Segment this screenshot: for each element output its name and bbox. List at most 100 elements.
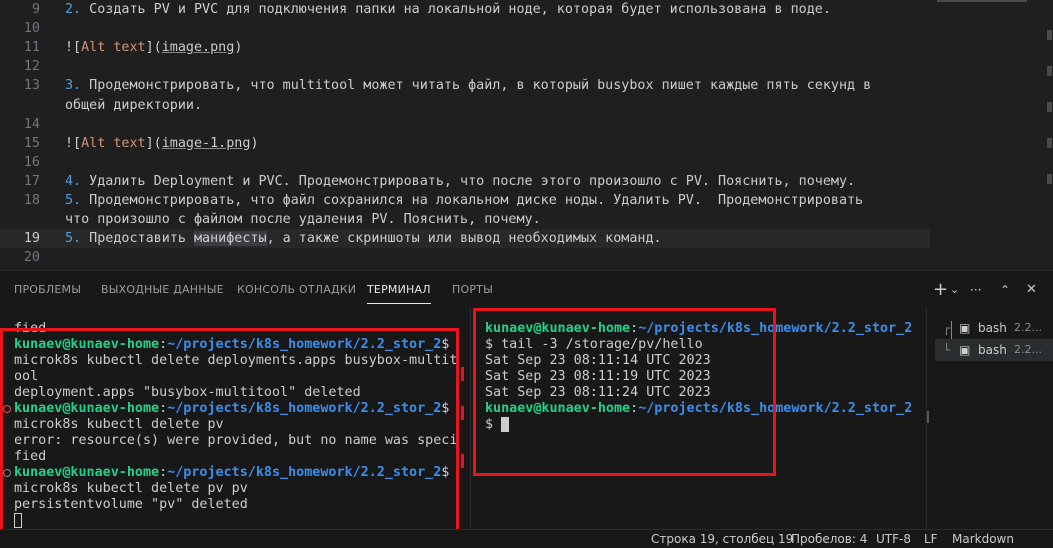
text-span: 5. [65, 231, 82, 247]
text-span: Удалить Deployment и PVC. Продемонстриро… [81, 173, 856, 189]
text-span: ]( [145, 40, 162, 56]
editor-line[interactable]: 13 3. Продемонстрировать, что multitool м… [0, 76, 930, 95]
text-span: deployment.apps "busybox-multitool" dele… [14, 385, 361, 400]
text-span: : [159, 337, 168, 352]
text-span: : [630, 321, 639, 336]
line-number: 18 [23, 193, 40, 208]
text-span: persistentvolume "pv" deleted [14, 497, 248, 512]
encoding[interactable]: UTF-8 [876, 530, 911, 548]
editor-line[interactable]: 20 [0, 248, 930, 267]
text-span: манифесты [194, 231, 267, 247]
status-bar: Строка 19, столбец 19 Пробелов: 4 UTF-8 … [0, 529, 1053, 548]
terminal-session-item[interactable]: └ ▣ bash 2.2... [935, 339, 1053, 361]
tab-output[interactable]: ВЫХОДНЫЕ ДАННЫЕ [101, 271, 224, 307]
text-span: : [630, 401, 639, 416]
text-span: fied [14, 321, 47, 336]
panel-tabs: ПРОБЛЕМЫ ВЫХОДНЫЕ ДАННЫЕ КОНСОЛЬ ОТЛАДКИ… [0, 271, 930, 307]
text-span: microk8s kubectl delete pv [14, 417, 224, 432]
editor-line[interactable]: 12 [0, 57, 930, 76]
tab-terminal[interactable]: ТЕРМИНАЛ [367, 271, 431, 304]
cursor-position[interactable]: Строка 19, столбец 19 [651, 530, 793, 548]
terminal-cursor [14, 513, 22, 528]
text-span: Sat Sep 23 08:11:24 UTC 2023 [485, 385, 711, 400]
scroll-marker [461, 406, 464, 420]
terminal-line: microk8s kubectl delete pv pv [14, 481, 466, 497]
line-number: 16 [23, 154, 40, 170]
line-text: что произошло с файлом после удаления PV… [65, 210, 541, 229]
editor-line[interactable]: общей директории. [0, 96, 930, 115]
text-span: microk8s kubectl delete deployments.apps… [14, 353, 458, 368]
line-number: 19 [23, 231, 40, 247]
indentation[interactable]: Пробелов: 4 [791, 530, 867, 548]
text-span: : [159, 401, 168, 416]
scroll-marker [461, 367, 464, 381]
text-span: $ [441, 337, 450, 352]
editor-line[interactable]: 14 [0, 115, 930, 134]
tab-problems[interactable]: ПРОБЛЕМЫ [14, 271, 81, 307]
text-span: Sat Sep 23 08:11:14 UTC 2023 [485, 353, 711, 368]
editor-line[interactable]: 18 5. Продемонстрировать, что файл сохран… [0, 191, 930, 210]
editor-line[interactable]: 11 ![Alt text](image.png) [0, 38, 930, 57]
maximize-panel-icon[interactable]: ⌃ [1000, 279, 1010, 301]
new-terminal-icon[interactable]: + [933, 279, 948, 301]
terminal-line: kunaev@kunaev-home:~/projects/k8s_homewo… [485, 321, 926, 337]
terminal-icon: ▣ [959, 343, 971, 357]
text-span: 2. [65, 2, 82, 17]
editor-line[interactable]: 16 [0, 153, 930, 172]
tab-debug-console[interactable]: КОНСОЛЬ ОТЛАДКИ [237, 271, 356, 307]
terminal-line: microk8s kubectl delete deployments.apps… [14, 353, 466, 369]
editor-line[interactable]: 9 2. Создать PV и PVC для подключения пап… [0, 0, 930, 19]
chevron-down-icon[interactable]: ⌄ [950, 279, 959, 301]
scroll-marker [927, 411, 929, 423]
terminal-right[interactable]: kunaev@kunaev-home:~/projects/k8s_homewo… [471, 307, 926, 530]
line-number: 12 [23, 59, 40, 75]
bottom-panel: ПРОБЛЕМЫ ВЫХОДНЫЕ ДАННЫЕ КОНСОЛЬ ОТЛАДКИ… [0, 270, 1053, 539]
terminal-line [14, 513, 466, 529]
text-span: ![ [65, 135, 82, 151]
line-number: 11 [23, 40, 40, 56]
tab-ports[interactable]: ПОРТЫ [452, 271, 493, 307]
more-actions-icon[interactable]: ··· [970, 279, 981, 301]
line-text: 3. Продемонстрировать, что multitool мож… [65, 76, 871, 95]
command-success-icon[interactable] [3, 469, 11, 477]
terminal-session-item[interactable]: ┌ ▣ bash 2.2... [935, 317, 1053, 339]
text-span: $ [441, 465, 450, 480]
text-span: error: resource(s) were provided, but no… [14, 433, 458, 448]
prompt-user: kunaev@kunaev-home [485, 321, 631, 336]
terminal-line: fied [14, 321, 466, 337]
text-span: Продемонстрировать, что файл сохранился … [81, 193, 864, 208]
text-span: ![ [65, 40, 82, 56]
minimap[interactable] [937, 0, 1047, 8]
line-text: ![Alt text](image.png) [65, 38, 242, 57]
text-span: 5. [65, 193, 82, 208]
text-span: fied [14, 449, 47, 464]
prompt-path: ~/projects/k8s_homework/2.2_stor_2 [638, 321, 913, 336]
text-span: $ [441, 401, 450, 416]
text-span: 4. [65, 173, 82, 189]
terminal-left[interactable]: fied kunaev@kunaev-home:~/projects/k8s_ho… [0, 307, 466, 530]
terminal-line: Sat Sep 23 08:11:19 UTC 2023 [485, 369, 926, 385]
terminal-line: Sat Sep 23 08:11:24 UTC 2023 [485, 385, 926, 401]
terminal-session-label: bash [978, 343, 1007, 357]
terminal-line: fied [14, 449, 466, 465]
editor-line[interactable]: 10 [0, 19, 930, 38]
terminal-line: Sat Sep 23 08:11:14 UTC 2023 [485, 353, 926, 369]
close-panel-icon[interactable]: ✕ [1026, 279, 1037, 301]
line-number: 14 [23, 116, 40, 132]
terminal-cursor [501, 417, 510, 432]
line-text: ![Alt text](image-1.png) [65, 134, 259, 153]
end-of-line[interactable]: LF [924, 530, 938, 548]
markdown-link: image.png [161, 40, 235, 56]
text-span: ]( [145, 135, 162, 151]
editor-line[interactable]: 19 5. Предоставить манифесты, а также скр… [0, 229, 930, 249]
prompt-path: ~/projects/k8s_homework/2.2_stor_2 [167, 465, 442, 480]
editor-line[interactable]: 15 ![Alt text](image-1.png) [0, 134, 930, 153]
editor-line[interactable]: что произошло с файлом после удаления PV… [0, 210, 930, 229]
editor[interactable]: 9 2. Создать PV и PVC для подключения пап… [0, 0, 1053, 270]
line-number: 15 [23, 135, 40, 151]
terminal-session-detail: 2.2... [1014, 321, 1042, 334]
text-span: $ [485, 417, 502, 432]
editor-line[interactable]: 17 4. Удалить Deployment и PVC. Продемонс… [0, 172, 930, 191]
command-error-icon[interactable] [3, 405, 11, 413]
language-mode[interactable]: Markdown [952, 530, 1014, 548]
